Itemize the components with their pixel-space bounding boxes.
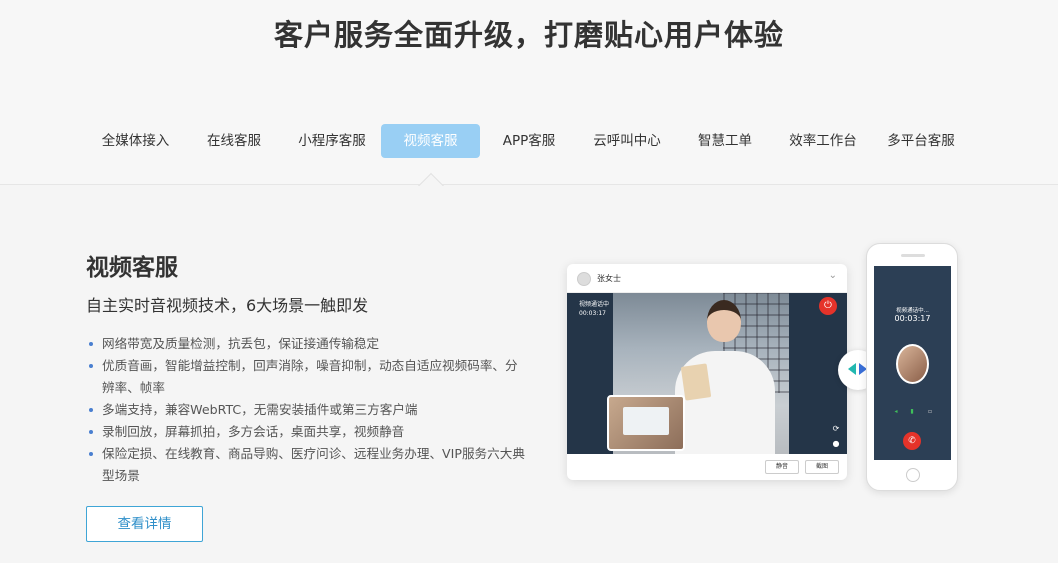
mic-icon[interactable]: ▮ bbox=[908, 408, 916, 416]
agent-folder bbox=[680, 363, 712, 401]
active-tab-pointer bbox=[417, 171, 445, 186]
phone-speaker bbox=[901, 254, 925, 257]
agent-head bbox=[707, 300, 741, 342]
feature-item: 优质音画，智能增益控制，回声消除，噪音抑制，动态自适应视频码率、分辨率、帧率 bbox=[86, 355, 526, 399]
feature-item: 保险定损、在线教育、商品导购、医疗问诊、远程业务办理、VIP服务六大典型场景 bbox=[86, 443, 526, 487]
phone-home-button bbox=[906, 468, 920, 482]
screenshot-button[interactable]: 截图 bbox=[805, 460, 839, 474]
section-title: 视频客服 bbox=[86, 255, 178, 281]
phone-customer-video bbox=[896, 344, 929, 384]
customer-video-pip bbox=[607, 395, 685, 451]
call-timer: 00:03:17 bbox=[579, 310, 606, 317]
feature-item: 多端支持，兼容WebRTC，无需安装插件或第三方客户端 bbox=[86, 399, 526, 421]
view-details-button[interactable]: 查看详情 bbox=[86, 506, 203, 542]
feature-item: 录制回放，屏幕抓拍，多方会话，桌面共享，视频静音 bbox=[86, 421, 526, 443]
switch-camera-icon[interactable]: ⟳ bbox=[831, 424, 841, 434]
caller-name: 张女士 bbox=[597, 274, 621, 283]
tab-app-service[interactable]: APP客服 bbox=[480, 124, 578, 158]
feature-list: 网络带宽及质量检测，抗丢包，保证接通传输稳定 优质音画，智能增益控制，回声消除，… bbox=[86, 333, 526, 487]
camera-icon[interactable]: ▫ bbox=[926, 408, 934, 416]
speaker-icon[interactable]: ◂ bbox=[892, 408, 900, 416]
header-section: 客户服务全面升级，打磨贴心用户体验 全媒体接入 在线客服 小程序客服 视频客服 … bbox=[0, 0, 1058, 185]
tab-smart-ticket[interactable]: 智慧工单 bbox=[676, 124, 774, 158]
tab-video-service[interactable]: 视频客服 bbox=[381, 124, 480, 158]
arrow-left-icon bbox=[848, 363, 856, 375]
mute-button[interactable]: 静音 bbox=[765, 460, 799, 474]
page-headline: 客户服务全面升级，打磨贴心用户体验 bbox=[273, 18, 784, 52]
hangup-button-icon[interactable]: ⏻ bbox=[819, 297, 837, 315]
id-card-image bbox=[623, 407, 669, 435]
phone-call-timer: 00:03:17 bbox=[894, 314, 931, 323]
mockup-footer: 静音 截图 bbox=[567, 454, 847, 480]
phone-video-mockup: 视频通话中... 00:03:17 ◂ ▮ ▫ ✆ bbox=[866, 243, 958, 491]
section-subtitle: 自主实时音视频技术，6大场景一触即发 bbox=[86, 296, 369, 315]
desktop-video-mockup: 张女士 ⌄ 视频通话中 00:03:17 ⏻ ⟳ ● 静音 截图 bbox=[567, 264, 847, 480]
tab-omnichannel[interactable]: 全媒体接入 bbox=[86, 124, 185, 158]
call-status-text: 视频通话中 bbox=[579, 301, 610, 308]
feature-tabs: 全媒体接入 在线客服 小程序客服 视频客服 APP客服 云呼叫中心 智慧工单 效… bbox=[86, 124, 970, 158]
call-status: 视频通话中 00:03:17 bbox=[579, 300, 609, 318]
tab-call-center[interactable]: 云呼叫中心 bbox=[578, 124, 676, 158]
feature-description: 视频客服 自主实时音视频技术，6大场景一触即发 网络带宽及质量检测，抗丢包，保证… bbox=[86, 248, 526, 487]
phone-screen: 视频通话中... 00:03:17 ◂ ▮ ▫ ✆ bbox=[874, 266, 951, 460]
tab-multi-platform[interactable]: 多平台客服 bbox=[872, 124, 970, 158]
tab-mini-program[interactable]: 小程序客服 bbox=[283, 124, 381, 158]
phone-hangup-icon[interactable]: ✆ bbox=[903, 432, 921, 450]
tab-workbench[interactable]: 效率工作台 bbox=[774, 124, 872, 158]
phone-call-status: 视频通话中... bbox=[896, 308, 929, 314]
tab-online-service[interactable]: 在线客服 bbox=[185, 124, 283, 158]
chevron-down-icon: ⌄ bbox=[828, 270, 837, 281]
record-icon[interactable]: ● bbox=[831, 439, 841, 449]
avatar bbox=[577, 272, 591, 286]
video-stage: 视频通话中 00:03:17 ⏻ ⟳ ● bbox=[567, 293, 847, 454]
feature-item: 网络带宽及质量检测，抗丢包，保证接通传输稳定 bbox=[86, 333, 526, 355]
mockup-header: 张女士 ⌄ bbox=[567, 264, 847, 293]
